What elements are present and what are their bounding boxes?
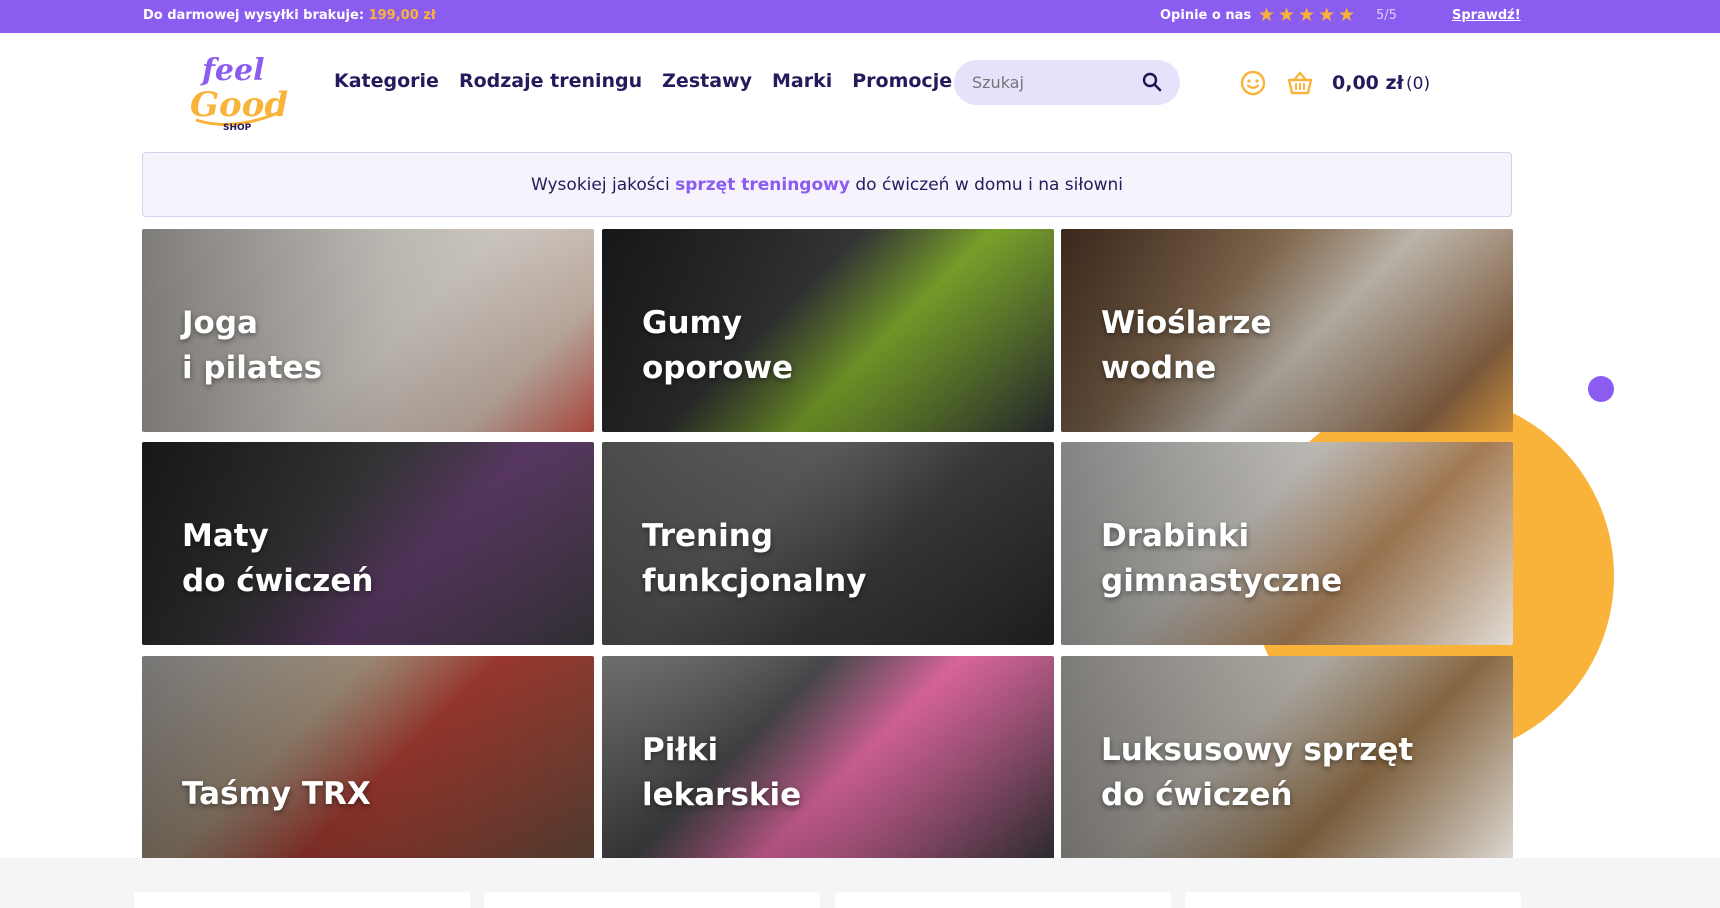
category-title: Drabinki gimnastyczne bbox=[1101, 518, 1343, 599]
category-tile-luksusowy[interactable]: Luksusowy sprzęt do ćwiczeń bbox=[1061, 656, 1513, 859]
tagline-text-end: do ćwiczeń w domu i na siłowni bbox=[855, 175, 1124, 195]
nav-item-rodzaje-treningu[interactable]: Rodzaje treningu bbox=[459, 70, 642, 92]
category-tile-joga[interactable]: Joga i pilates bbox=[142, 229, 594, 432]
top-bar: Do darmowej wysyłki brakuje: 199,00 zł O… bbox=[0, 0, 1720, 33]
search-icon[interactable] bbox=[1142, 72, 1162, 96]
feature-card bbox=[484, 892, 820, 908]
feelgood-shop-logo[interactable]: feel Good SHOP bbox=[188, 46, 288, 133]
main-nav: Kategorie Rodzaje treningu Zestawy Marki… bbox=[334, 70, 952, 92]
decorative-purple-dot bbox=[1588, 376, 1614, 402]
feature-card bbox=[134, 892, 470, 908]
category-tile-trx[interactable]: Taśmy TRX bbox=[142, 656, 594, 859]
free-shipping-info: Do darmowej wysyłki brakuje: 199,00 zł bbox=[143, 8, 436, 23]
category-title: Wioślarze wodne bbox=[1101, 305, 1272, 386]
category-title: Taśmy TRX bbox=[182, 776, 371, 812]
search-box bbox=[954, 60, 1180, 105]
search-input[interactable] bbox=[970, 72, 1134, 93]
nav-item-kategorie[interactable]: Kategorie bbox=[334, 70, 439, 92]
category-tile-trening[interactable]: Trening funkcjonalny bbox=[602, 442, 1054, 645]
cart-item-count[interactable]: (0) bbox=[1406, 74, 1430, 94]
check-reviews-link[interactable]: Sprawdź! bbox=[1452, 8, 1521, 23]
category-tile-wioslarze[interactable]: Wioślarze wodne bbox=[1061, 229, 1513, 432]
category-title: Piłki lekarskie bbox=[642, 732, 802, 813]
tagline-banner: Wysokiej jakości sprzęt treningowy do ćw… bbox=[142, 152, 1512, 217]
account-smiley-icon[interactable] bbox=[1240, 70, 1266, 100]
nav-item-marki[interactable]: Marki bbox=[772, 70, 832, 92]
category-title: Gumy oporowe bbox=[642, 305, 794, 386]
category-tile-drabinki[interactable]: Drabinki gimnastyczne bbox=[1061, 442, 1513, 645]
free-shipping-amount: 199,00 zł bbox=[368, 8, 436, 23]
tagline-text-start: Wysokiej jakości bbox=[530, 175, 670, 195]
reviews-label: Opinie o nas bbox=[1160, 8, 1252, 23]
logo-good-text: Good bbox=[190, 85, 288, 125]
feature-card bbox=[1185, 892, 1521, 908]
nav-item-zestawy[interactable]: Zestawy bbox=[662, 70, 752, 92]
logo-shop-text: SHOP bbox=[223, 123, 252, 132]
category-title: Maty do ćwiczeń bbox=[182, 518, 374, 599]
free-shipping-label: Do darmowej wysyłki brakuje: bbox=[143, 8, 365, 23]
category-tile-pilki[interactable]: Piłki lekarskie bbox=[602, 656, 1054, 859]
category-title: Luksusowy sprzęt do ćwiczeń bbox=[1101, 732, 1414, 813]
rating-score: 5/5 bbox=[1376, 8, 1397, 23]
nav-item-promocje[interactable]: Promocje bbox=[852, 70, 952, 92]
logo-feel-text: feel bbox=[200, 53, 264, 88]
category-tile-maty[interactable]: Maty do ćwiczeń bbox=[142, 442, 594, 645]
cart-basket-icon[interactable] bbox=[1286, 70, 1314, 100]
tagline-highlight: sprzęt treningowy bbox=[675, 175, 850, 195]
category-title: Trening funkcjonalny bbox=[642, 518, 867, 599]
cart-total[interactable]: 0,00 zł bbox=[1332, 72, 1404, 94]
rating-stars-icon: ★★★★★ bbox=[1258, 4, 1359, 26]
category-tile-gumy[interactable]: Gumy oporowe bbox=[602, 229, 1054, 432]
feature-card bbox=[835, 892, 1171, 908]
category-title: Joga i pilates bbox=[182, 305, 323, 386]
